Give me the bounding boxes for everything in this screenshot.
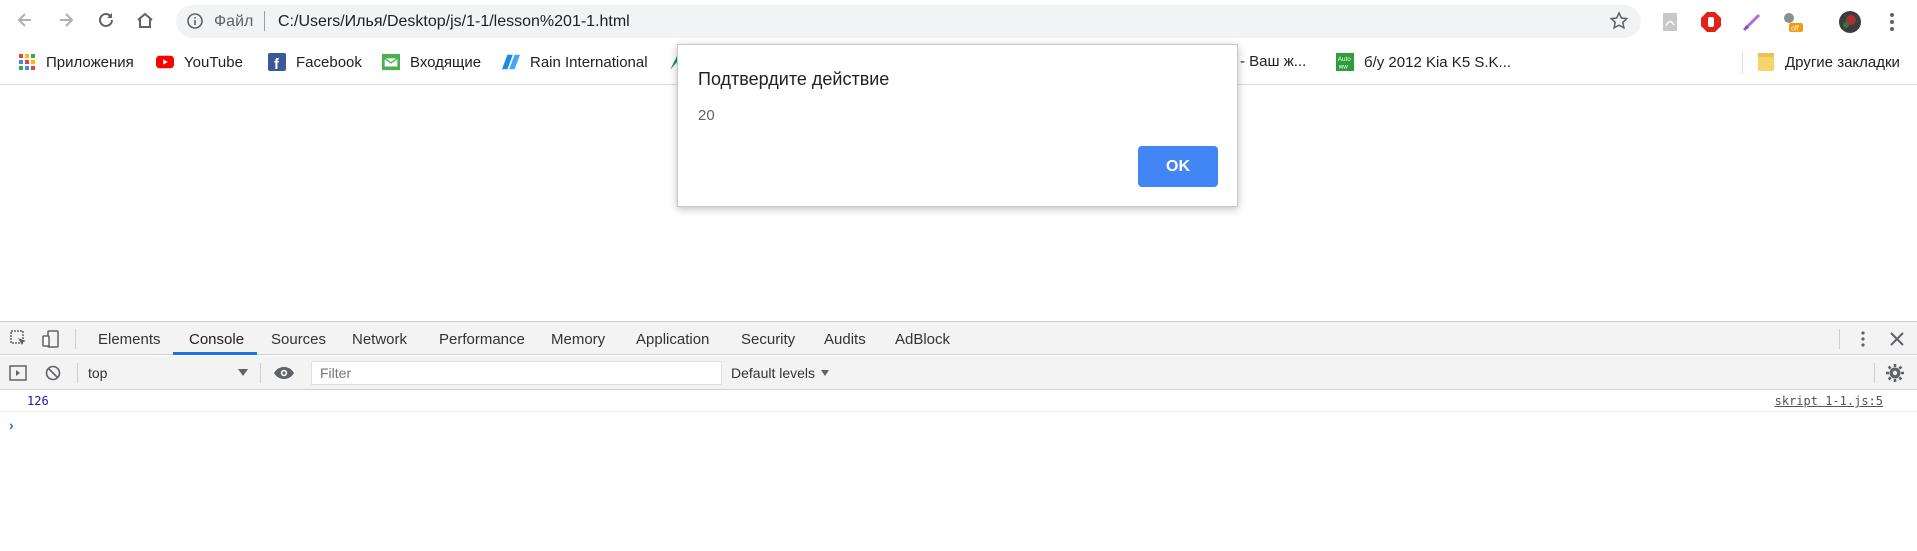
context-selector[interactable]: top — [88, 365, 250, 381]
bookmark-rain-international[interactable]: Rain International — [502, 53, 648, 71]
devtools-tabbar: Elements Console Sources Network Perform… — [0, 322, 1917, 355]
back-button[interactable] — [13, 8, 37, 32]
bookmark-other-folder[interactable]: Другие закладки — [1757, 53, 1900, 71]
bookmark-label: Facebook — [296, 53, 362, 71]
bookmark-inbox[interactable]: Входящие — [382, 53, 481, 71]
close-devtools-icon[interactable] — [1887, 329, 1907, 349]
youtube-icon — [156, 53, 174, 71]
forward-arrow-icon — [60, 13, 74, 27]
bookmark-label: Rain International — [530, 53, 648, 71]
tab-adblock[interactable]: AdBlock — [895, 331, 950, 348]
home-icon — [137, 12, 153, 28]
tabbar-right-divider — [1839, 329, 1840, 349]
menu-kebab-icon[interactable] — [1880, 10, 1904, 34]
facebook-icon: f — [268, 53, 286, 71]
console-toolbar-right-divider — [1874, 363, 1875, 383]
bookmark-label: б/у 2012 Kia K5 S.K... — [1364, 53, 1512, 71]
vpn-off-extension-icon[interactable]: off — [1780, 10, 1804, 34]
bookmark-label: Приложения — [46, 53, 134, 71]
dialog-title: Подтвердите действие — [698, 69, 890, 89]
bookmark-facebook[interactable]: f Facebook — [268, 53, 362, 71]
back-arrow-icon — [17, 13, 31, 27]
console-toolbar-divider — [77, 363, 78, 383]
active-tab-indicator — [173, 352, 257, 355]
address-bar[interactable]: Файл C:/Users/Илья/Desktop/js/1-1/lesson… — [176, 5, 1641, 38]
bookmarks-divider — [1742, 52, 1743, 74]
reload-icon — [99, 12, 113, 27]
home-button[interactable] — [133, 8, 157, 32]
tab-application[interactable]: Application — [636, 331, 709, 348]
tab-memory[interactable]: Memory — [551, 331, 605, 348]
bookmark-label: YouTube — [184, 53, 243, 71]
address-url[interactable]: C:/Users/Илья/Desktop/js/1-1/lesson%201-… — [278, 13, 630, 31]
apps-grid-icon — [18, 53, 36, 71]
pen-extension-icon[interactable] — [1740, 10, 1764, 34]
pdf-extension-icon[interactable] — [1658, 10, 1682, 34]
tab-console[interactable]: Console — [189, 331, 244, 348]
console-sidebar-icon[interactable] — [8, 364, 28, 382]
bookmark-apps[interactable]: Приложения — [18, 53, 134, 71]
reload-button[interactable] — [94, 8, 118, 32]
bookmark-truncated[interactable]: - Ваш ж... — [1240, 53, 1306, 70]
console-message-row: 126 skript 1-1.js:5 — [0, 391, 1917, 412]
console-source-link[interactable]: skript 1-1.js:5 — [1775, 394, 1883, 408]
mail-icon — [382, 53, 400, 71]
tab-audits[interactable]: Audits — [824, 331, 866, 348]
confirm-dialog: Подтвердите действие 20 OK — [677, 44, 1238, 207]
inspect-element-icon[interactable] — [9, 329, 29, 349]
chevron-down-icon — [821, 370, 830, 376]
address-divider — [264, 11, 265, 31]
profile-avatar[interactable] — [1838, 10, 1862, 34]
dialog-message: 20 — [698, 107, 715, 124]
tab-elements[interactable]: Elements — [98, 331, 161, 348]
tab-performance[interactable]: Performance — [439, 331, 525, 348]
console-prompt-chevron-icon[interactable]: › — [9, 417, 14, 433]
device-toolbar-icon[interactable] — [41, 329, 61, 349]
tab-sources[interactable]: Sources — [271, 331, 326, 348]
bookmark-youtube[interactable]: YouTube — [156, 53, 243, 71]
auto-icon: Auto ww — [1336, 53, 1354, 71]
site-info-icon[interactable] — [186, 12, 204, 35]
rain-icon — [502, 53, 520, 71]
tab-network[interactable]: Network — [352, 331, 407, 348]
log-levels-dropdown[interactable]: Default levels — [731, 365, 830, 381]
svg-text:Auto: Auto — [1338, 56, 1351, 63]
svg-text:ww: ww — [1338, 63, 1349, 70]
ok-button[interactable]: OK — [1138, 146, 1218, 187]
forward-button[interactable] — [54, 8, 78, 32]
context-dropdown-arrow-icon[interactable] — [238, 369, 248, 376]
tabbar-divider — [75, 329, 76, 349]
bookmark-star-icon[interactable] — [1609, 11, 1629, 36]
live-expression-eye-icon[interactable] — [272, 364, 296, 382]
console-toolbar-divider — [260, 363, 261, 383]
bookmark-kia[interactable]: Auto ww б/у 2012 Kia K5 S.K... — [1336, 53, 1511, 71]
browser-toolbar: Файл C:/Users/Илья/Desktop/js/1-1/lesson… — [0, 0, 1917, 39]
devtools-panel: Elements Console Sources Network Perform… — [0, 321, 1917, 551]
log-levels-label: Default levels — [731, 365, 816, 381]
console-filter-input[interactable] — [311, 361, 722, 385]
svg-text:off: off — [1791, 26, 1799, 33]
console-settings-gear-icon[interactable] — [1885, 363, 1905, 383]
clear-console-icon[interactable] — [44, 364, 62, 382]
adblock-extension-icon[interactable] — [1699, 10, 1723, 34]
folder-icon — [1757, 53, 1775, 71]
devtools-menu-icon[interactable] — [1855, 329, 1871, 349]
bookmark-label: Входящие — [410, 53, 482, 71]
console-toolbar: top Default levels — [0, 356, 1917, 390]
address-scheme-label: Файл — [214, 13, 254, 30]
bookmark-label: - Ваш ж... — [1240, 53, 1307, 70]
console-message-value: 126 — [27, 394, 49, 408]
bookmark-label: Другие закладки — [1785, 53, 1900, 71]
tab-security[interactable]: Security — [741, 331, 795, 348]
